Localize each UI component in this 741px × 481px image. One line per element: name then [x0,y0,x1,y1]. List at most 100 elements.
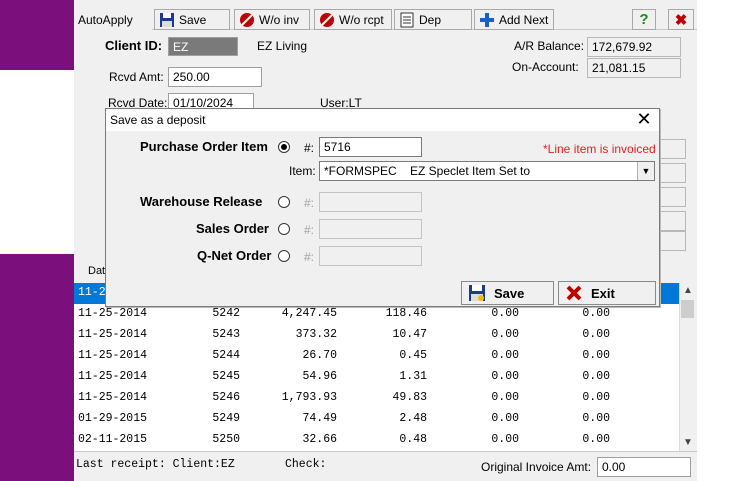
qnet-hash-label: #: [304,250,315,264]
table-cell: 0.00 [582,307,610,320]
grid-date-header: Dat [88,265,106,277]
warehouse-release-radio[interactable] [278,196,290,208]
help-button[interactable]: ? [632,9,656,30]
table-row[interactable]: 11-25-2014 5245 54.96 1.31 0.00 0.00 [74,367,679,388]
table-cell: 5249 [212,412,240,425]
table-cell: 26.70 [302,349,337,362]
sales-order-radio[interactable] [278,223,290,235]
table-cell: 4,247.45 [281,307,337,320]
item-code: *FORMSPEC [324,164,397,178]
table-cell: 0.00 [582,412,610,425]
table-cell: 0.00 [491,433,519,446]
close-icon: ✖ [674,11,688,29]
po-number-input[interactable]: 5716 [319,137,422,157]
table-cell: 0.45 [399,349,427,362]
scroll-thumb[interactable] [681,300,694,318]
deposit-button[interactable]: Dep [394,9,472,30]
on-account-label: On-Account: [512,60,579,74]
no-entry-icon [239,12,255,28]
table-row[interactable]: 11-25-2014 5243 373.32 10.47 0.00 0.00 [74,325,679,346]
chevron-down-icon[interactable]: ▼ [637,162,654,180]
sales-order-label: Sales Order [196,221,269,236]
table-cell: 54.96 [302,370,337,383]
check-text: Check: [285,458,327,471]
table-cell: 11-25-2014 [78,328,148,341]
purchase-order-item-label: Purchase Order Item [140,139,268,154]
floppy-disk-icon [159,12,175,28]
item-description: EZ Speclet Item Set to [410,164,531,178]
add-next-label: Add Next [499,12,549,27]
scroll-down-icon[interactable]: ▼ [680,435,696,451]
invoice-grid[interactable]: 11-2 11-25-2014 5242 4,247.45 118.46 0.00 0.00… [74,283,679,451]
ar-balance-field: 172,679.92 [587,37,681,57]
qnet-order-radio[interactable] [278,250,290,262]
autoapply-label: AutoApply [78,12,133,27]
table-row[interactable]: 01-29-2015 5249 74.49 2.48 0.00 0.00 [74,409,679,430]
status-bar: Last receipt: Client:EZ Check: Original … [74,451,697,481]
dialog-save-button[interactable]: Save [461,281,554,305]
original-invoice-amt-label: Original Invoice Amt: [481,460,592,474]
table-cell: 0.48 [399,433,427,446]
received-amount-field[interactable]: 250.00 [168,67,262,87]
hidden-field [660,187,686,207]
table-cell: 0.00 [582,433,610,446]
table-cell: 11-25-2014 [78,370,148,383]
save-label: Save [179,12,207,27]
add-next-button[interactable]: Add Next [474,9,554,30]
table-row[interactable]: 02-11-2015 5250 32.66 0.48 0.00 0.00 [74,430,679,451]
red-x-icon [565,284,583,302]
table-cell: 11-25-2014 [78,391,148,404]
autoapply-button[interactable]: AutoApply [74,9,152,30]
table-cell: 5244 [212,349,240,362]
ar-balance-label: A/R Balance: [514,39,585,53]
client-id-label: Client ID: [105,38,163,53]
table-cell: 0.00 [582,349,610,362]
help-icon: ? [639,11,649,28]
table-row[interactable]: 11-25-2014 5242 4,247.45 118.46 0.00 0.00 [74,304,679,325]
sales-order-input[interactable] [319,219,422,239]
original-invoice-amt-field: 0.00 [597,457,691,477]
table-cell: 5242 [212,307,240,320]
table-cell: 0.00 [491,412,519,425]
write-off-invoice-label: W/o inv [259,12,300,27]
purchase-order-item-radio[interactable] [278,141,290,153]
scroll-up-icon[interactable]: ▲ [680,283,696,299]
dialog-close-icon[interactable]: ✕ [633,109,655,131]
no-entry-icon [319,12,335,28]
table-row[interactable]: 11-25-2014 5244 26.70 0.45 0.00 0.00 [74,346,679,367]
write-off-receipt-button[interactable]: W/o rcpt [314,9,392,30]
table-cell: 0.00 [582,328,610,341]
table-cell: 01-29-2015 [78,412,148,425]
grid-scrollbar[interactable]: ▲ ▼ [679,283,695,451]
table-cell: 373.32 [295,328,337,341]
received-amount-label: Rcvd Amt: [109,70,164,84]
write-off-invoice-button[interactable]: W/o inv [234,9,310,30]
save-button[interactable]: Save [154,9,230,30]
item-label: Item: [289,164,316,178]
table-cell: 02-11-2015 [78,433,148,446]
item-select[interactable]: *FORMSPEC EZ Speclet Item Set to ▼ [319,161,655,181]
table-cell: 118.46 [385,307,427,320]
hidden-field [660,211,686,231]
hidden-field [660,163,686,183]
table-cell: 0.00 [491,328,519,341]
qnet-order-input[interactable] [319,246,422,266]
save-as-deposit-dialog: Save as a deposit ✕ Purchase Order Item … [105,108,660,307]
table-row[interactable]: 11-25-2014 5246 1,793.93 49.83 0.00 0.00 [74,388,679,409]
warehouse-release-input[interactable] [319,192,422,212]
hidden-field [660,231,686,251]
table-cell: 0.00 [491,370,519,383]
table-cell: 49.83 [392,391,427,404]
warehouse-release-label: Warehouse Release [140,194,262,209]
table-cell: 5243 [212,328,240,341]
table-cell: 5245 [212,370,240,383]
dialog-exit-button[interactable]: Exit [558,281,656,305]
plus-icon [479,12,495,28]
on-account-field: 21,081.15 [587,58,681,78]
table-cell: 1.31 [399,370,427,383]
close-button[interactable]: ✖ [668,9,694,30]
table-cell: 5246 [212,391,240,404]
table-cell: 0.00 [582,391,610,404]
client-id-field[interactable]: EZ [168,37,238,56]
qnet-order-text: Q-Net Order [197,248,272,263]
